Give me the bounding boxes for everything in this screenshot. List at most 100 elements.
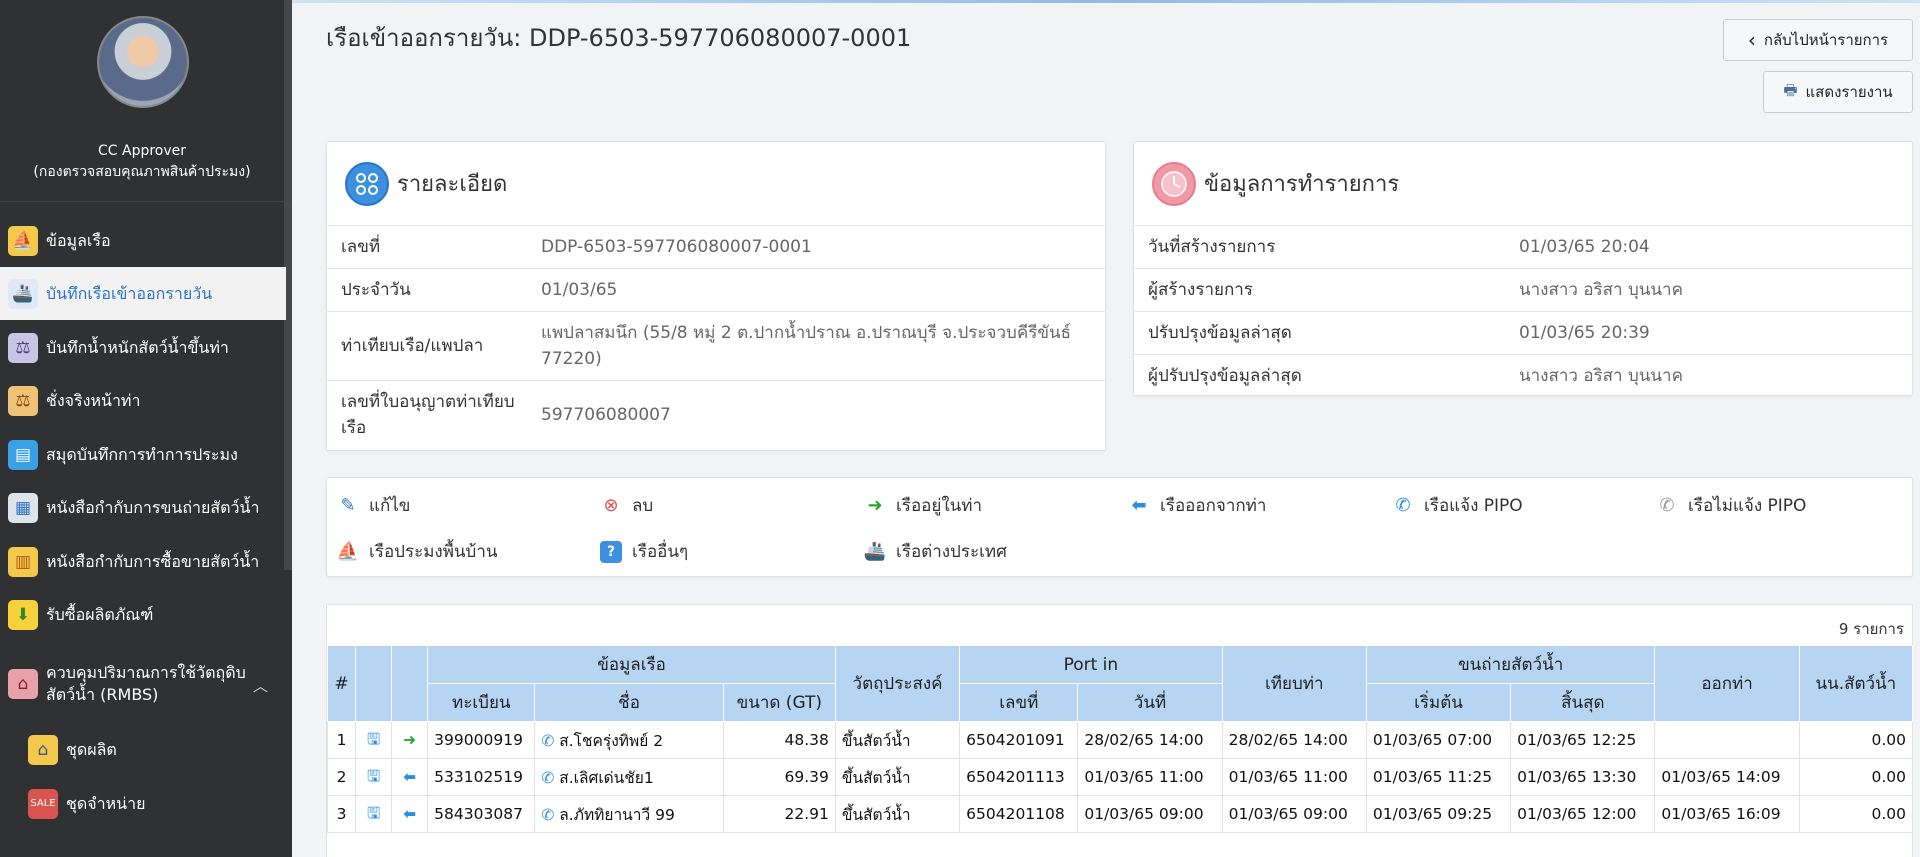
top-accent-bar bbox=[292, 0, 1920, 3]
legend-delete: ⊗ ลบ bbox=[600, 492, 653, 519]
save-icon[interactable]: 🖫 bbox=[355, 795, 393, 833]
sidebar-item-label: หนังสือกำกับการขนถ่ายสัตว์น้ำ bbox=[46, 497, 260, 517]
sidebar: CC Approver (กองตรวจสอบคุณภาพสินค้าประมง… bbox=[0, 0, 292, 857]
col-header-start: เริ่มต้น bbox=[1365, 683, 1512, 722]
cell-reg: 584303087 bbox=[427, 795, 536, 833]
satellite-off-icon: ✆ bbox=[1659, 495, 1675, 516]
col-header-port-in: Port in bbox=[959, 645, 1223, 684]
factory-icon: ⌂ bbox=[8, 669, 38, 699]
arrow-right-icon: ➜ bbox=[867, 495, 883, 516]
page-title: เรือเข้าออกรายวัน: DDP-6503-597706080007… bbox=[326, 24, 912, 52]
sidebar-item-product-purchase[interactable]: ⬇ รับซื้อผลิตภัณฑ์ bbox=[0, 588, 286, 641]
transaction-value: นางสาว อริสา บุนนาค bbox=[1519, 280, 1683, 300]
legend-label: เรือไม่แจ้ง PIPO bbox=[1688, 496, 1807, 516]
show-report-button[interactable]: 🖶 แสดงรายงาน bbox=[1763, 71, 1913, 113]
avatar bbox=[97, 16, 189, 108]
table-row[interactable]: 1 🖫 ➜ 399000919 ✆ ส.โชครุ่งทิพย์ 2 48.38… bbox=[326, 721, 1914, 759]
transaction-card: ข้อมูลการทำรายการ วันที่สร้างรายการ 01/0… bbox=[1133, 141, 1913, 396]
vessel-name: ส.โชครุ่งทิพย์ 2 bbox=[559, 731, 664, 750]
legend-other-boat: ? เรืออื่นๆ bbox=[600, 538, 688, 565]
report-button-label: แสดงรายงาน bbox=[1805, 83, 1893, 101]
satellite-icon: ✆ bbox=[541, 806, 555, 824]
arrow-right-icon: ➜ bbox=[391, 721, 429, 759]
cell-size: 69.39 bbox=[722, 758, 836, 796]
transaction-row: ผู้สร้างรายการ นางสาว อริสา บุนนาค bbox=[1134, 269, 1912, 312]
sidebar-item-label: ข้อมูลเรือ bbox=[46, 230, 111, 250]
local-boat-icon: ⛵ bbox=[336, 541, 360, 562]
sidebar-item-landing-weight[interactable]: ⚖ บันทึกน้ำหนักสัตว์น้ำขึ้นท่า bbox=[0, 321, 286, 374]
vessel-log-icon: 🚢 bbox=[8, 278, 38, 309]
legend-left-port: ⬅ เรือออกจากท่า bbox=[1128, 492, 1266, 519]
sidebar-item-transfer-document[interactable]: ▦ หนังสือกำกับการขนถ่ายสัตว์น้ำ bbox=[0, 481, 286, 534]
sidebar-item-daily-vessel-log[interactable]: 🚢 บันทึกเรือเข้าออกรายวัน bbox=[0, 267, 286, 320]
profile-name: CC Approver bbox=[97, 143, 187, 159]
col-header-end: สิ้นสุด bbox=[1510, 683, 1656, 722]
transaction-row: ปรับปรุงข้อมูลล่าสุด 01/03/65 20:39 bbox=[1134, 312, 1912, 355]
col-header-port-date: วันที่ bbox=[1077, 683, 1223, 722]
sidebar-item-label: สมุดบันทึกการทำการประมง bbox=[46, 444, 238, 464]
transaction-key: ปรับปรุงข้อมูลล่าสุด bbox=[1148, 323, 1292, 343]
cell-number: 1 bbox=[326, 721, 357, 759]
transaction-key: วันที่สร้างรายการ bbox=[1148, 237, 1276, 257]
legend-label: เรือประมงพื้นบ้าน bbox=[369, 542, 498, 562]
transaction-card-header: ข้อมูลการทำรายการ bbox=[1134, 142, 1912, 226]
details-row: ประจำวัน 01/03/65 bbox=[327, 269, 1105, 312]
legend-label: เรืออื่นๆ bbox=[632, 542, 689, 562]
table-row[interactable]: 3 🖫 ⬅ 584303087 ✆ ล.ภัททิยานาวี 99 22.91… bbox=[326, 795, 1914, 833]
details-value: 597706080007 bbox=[541, 405, 671, 425]
col-header-port-no: เลขที่ bbox=[959, 683, 1079, 722]
cell-weight: 0.00 bbox=[1798, 795, 1914, 833]
cell-depart: 01/03/65 16:09 bbox=[1654, 795, 1800, 833]
transaction-value: 01/03/65 20:04 bbox=[1519, 237, 1650, 257]
save-icon[interactable]: 🖫 bbox=[355, 758, 393, 796]
sidebar-item-sale-batch[interactable]: SALE ชุดจำหน่าย bbox=[0, 777, 286, 830]
sidebar-item-production-batch[interactable]: ⌂ ชุดผลิต bbox=[0, 723, 286, 776]
sidebar-item-label: ชั่งจริงหน้าท่า bbox=[46, 390, 141, 410]
legend-card: ✎ แก้ไข ⊗ ลบ ➜ เรืออยู่ในท่า ⬅ เรือออกจา… bbox=[326, 477, 1913, 577]
details-row: เลขที่ DDP-6503-597706080007-0001 bbox=[327, 226, 1105, 269]
cell-number: 2 bbox=[326, 758, 357, 796]
legend-label: ลบ bbox=[632, 496, 654, 516]
sidebar-item-fishing-logbook[interactable]: ▤ สมุดบันทึกการทำการประมง bbox=[0, 428, 286, 481]
satellite-icon: ✆ bbox=[1395, 495, 1411, 516]
sidebar-item-vessel-info[interactable]: ⛵ ข้อมูลเรือ bbox=[0, 214, 286, 267]
cell-end: 01/03/65 12:00 bbox=[1510, 795, 1656, 833]
sidebar-item-actual-weighing[interactable]: ⚖ ชั่งจริงหน้าท่า bbox=[0, 374, 286, 427]
cell-name[interactable]: ✆ ส.โชครุ่งทิพย์ 2 bbox=[534, 721, 724, 759]
vessel-name: ส.เลิศเด่นชัย1 bbox=[559, 768, 654, 787]
cell-name[interactable]: ✆ ล.ภัททิยานาวี 99 bbox=[534, 795, 724, 833]
transfer-doc-icon: ▦ bbox=[8, 492, 38, 523]
cell-depart: 01/03/65 14:09 bbox=[1654, 758, 1800, 796]
transaction-key: ผู้ปรับปรุงข้อมูลล่าสุด bbox=[1148, 366, 1302, 386]
details-icon bbox=[345, 161, 389, 206]
cell-berth: 28/02/65 14:00 bbox=[1221, 721, 1367, 759]
table-row[interactable]: 2 🖫 ⬅ 533102519 ✆ ส.เลิศเด่นชัย1 69.39 ข… bbox=[326, 758, 1914, 796]
cell-purpose: ขึ้นสัตว์น้ำ bbox=[834, 721, 961, 759]
sidebar-item-trade-document[interactable]: ▥ หนังสือกำกับการซื้อขายสัตว์น้ำ bbox=[0, 535, 286, 588]
cell-berth: 01/03/65 09:00 bbox=[1221, 795, 1367, 833]
transaction-key: ผู้สร้างรายการ bbox=[1148, 280, 1253, 300]
transaction-value: นางสาว อริสา บุนนาค bbox=[1519, 366, 1683, 386]
sidebar-item-rmbs[interactable]: ⌂ ควบคุมปริมาณการใช้วัตถุดิบสัตว์น้ำ (RM… bbox=[0, 655, 286, 713]
record-count: 9 รายการ bbox=[1838, 620, 1904, 638]
save-icon[interactable]: 🖫 bbox=[355, 721, 393, 759]
legend-label: แก้ไข bbox=[369, 496, 411, 516]
details-key: ประจำวัน bbox=[341, 280, 411, 300]
cell-port-date: 28/02/65 14:00 bbox=[1077, 721, 1223, 759]
back-to-list-button[interactable]: ‹ กลับไปหน้ารายการ bbox=[1723, 19, 1913, 61]
cell-reg: 399000919 bbox=[427, 721, 536, 759]
legend-label: เรืออยู่ในท่า bbox=[896, 496, 982, 516]
scale-icon: ⚖ bbox=[8, 332, 38, 363]
cell-start: 01/03/65 11:25 bbox=[1365, 758, 1512, 796]
purchase-icon: ⬇ bbox=[8, 599, 38, 630]
legend-no-pipo: ✆ เรือไม่แจ้ง PIPO bbox=[1656, 492, 1806, 519]
cell-start: 01/03/65 09:25 bbox=[1365, 795, 1512, 833]
col-header-status bbox=[391, 645, 429, 722]
details-value: 01/03/65 bbox=[541, 280, 618, 300]
cell-name[interactable]: ✆ ส.เลิศเด่นชัย1 bbox=[534, 758, 724, 796]
vessel-name: ล.ภัททิยานาวี 99 bbox=[559, 805, 675, 824]
arrow-left-icon: ⬅ bbox=[391, 758, 429, 796]
shop-icon: ⌂ bbox=[28, 734, 58, 765]
vessel-table-card: 9 รายการ # ข้อมูลเรือ วัตถุประสงค์ Port … bbox=[326, 604, 1914, 857]
pencil-icon: ✎ bbox=[340, 495, 356, 516]
